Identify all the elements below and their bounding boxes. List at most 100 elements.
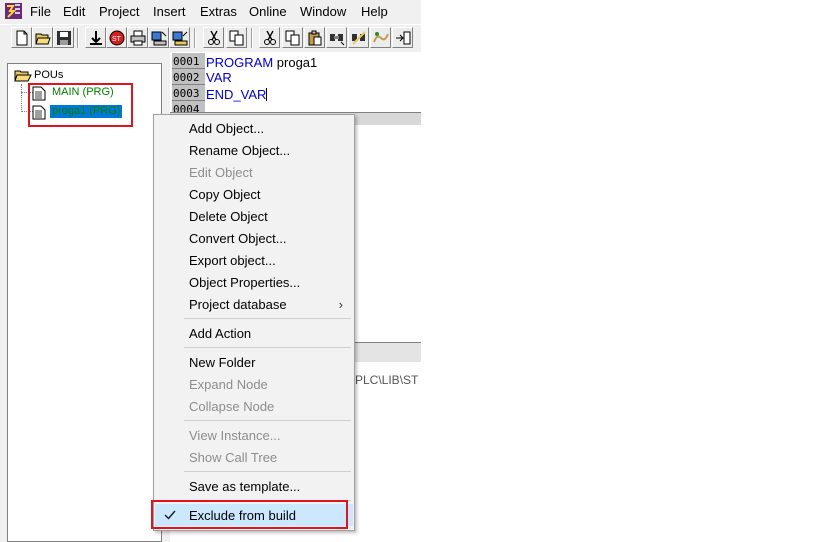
build-icon — [90, 31, 102, 45]
save-button[interactable] — [53, 27, 74, 48]
text-cursor — [266, 88, 268, 101]
new-button[interactable] — [11, 27, 32, 48]
save-icon — [57, 31, 71, 45]
menu-new-folder[interactable]: New Folder — [155, 351, 353, 373]
line-number: 0002 — [172, 70, 205, 85]
menu-item-label: Add Object... — [189, 121, 265, 136]
menu-separator — [184, 471, 351, 472]
menu-window[interactable]: Window — [300, 4, 346, 19]
menu-expand-node[interactable]: Expand Node — [155, 373, 353, 395]
menu-export-object[interactable]: Export object... — [155, 249, 353, 271]
stop-button[interactable]: ST — [106, 27, 127, 48]
app-logo-icon — [5, 3, 22, 19]
menu-file[interactable]: File — [30, 4, 51, 19]
highlight-box-exclude — [151, 500, 348, 529]
menu-item-label: Object Properties... — [189, 275, 301, 290]
menu-collapse-node[interactable]: Collapse Node — [155, 395, 353, 417]
menu-item-label: Delete Object — [189, 209, 268, 224]
code-line[interactable]: VAR — [206, 70, 232, 85]
cut-button[interactable] — [203, 27, 224, 48]
new-icon — [16, 30, 28, 46]
cut-icon — [208, 30, 220, 45]
menu-online[interactable]: Online — [249, 4, 287, 19]
find-icon — [330, 34, 345, 46]
open-button[interactable] — [32, 27, 53, 48]
code-text: proga1 — [273, 55, 318, 70]
print-icon — [130, 30, 146, 46]
menu-save-as-template[interactable]: Save as template... — [155, 475, 353, 497]
menu-add-action[interactable]: Add Action — [155, 322, 353, 344]
menubar: File Edit Project Insert Extras Online W… — [0, 0, 421, 22]
menu-edit[interactable]: Edit — [63, 4, 85, 19]
menu-item-label: Edit Object — [189, 165, 253, 180]
pou-tree-pane[interactable]: POUs MAIN (PRG) proga1 (PRG) — [7, 63, 162, 542]
menu-separator — [184, 318, 351, 319]
copy-2-icon — [285, 30, 300, 46]
menu-object-properties[interactable]: Object Properties... — [155, 271, 353, 293]
menu-insert[interactable]: Insert — [153, 4, 186, 19]
tree-root-label: POUs — [34, 69, 64, 81]
menu-delete-object[interactable]: Delete Object — [155, 205, 353, 227]
menu-item-label: Expand Node — [189, 377, 268, 392]
menu-extras[interactable]: Extras — [200, 4, 237, 19]
menu-item-label: Copy Object — [189, 187, 261, 202]
tree-connector — [21, 84, 22, 112]
toolbar-separator — [77, 28, 79, 48]
menu-project-database[interactable]: Project database › — [155, 293, 353, 315]
menu-view-instance[interactable]: View Instance... — [155, 424, 353, 446]
line-number: 0001 — [172, 54, 205, 69]
menu-item-label: Export object... — [189, 253, 276, 268]
menu-edit-object[interactable]: Edit Object — [155, 161, 353, 183]
menu-convert-object[interactable]: Convert Object... — [155, 227, 353, 249]
find-next-button[interactable] — [348, 27, 369, 48]
logout-icon — [172, 31, 188, 46]
menu-project[interactable]: Project — [99, 4, 139, 19]
menu-help[interactable]: Help — [361, 4, 388, 19]
cut-2-icon — [264, 30, 276, 45]
menu-item-label: Collapse Node — [189, 399, 275, 414]
submenu-arrow-icon: › — [338, 297, 343, 312]
menu-rename-object[interactable]: Rename Object... — [155, 139, 353, 161]
paste-icon — [308, 30, 322, 46]
input-assistant-icon — [396, 31, 411, 45]
menu-item-label: Project database — [189, 297, 287, 312]
code-line[interactable]: END_VAR — [206, 87, 268, 102]
login-button[interactable] — [148, 27, 169, 48]
menu-item-label: View Instance... — [189, 428, 281, 443]
menu-item-label: Show Call Tree — [189, 450, 278, 465]
message-window-text: PLC\LIB\ST — [355, 373, 419, 387]
login-icon — [151, 31, 167, 46]
copy-button-2[interactable] — [282, 27, 303, 48]
menu-item-label: Rename Object... — [189, 143, 291, 158]
folder-open-icon — [14, 70, 32, 82]
menu-show-call-tree[interactable]: Show Call Tree — [155, 446, 353, 468]
menu-item-label: Save as template... — [189, 479, 301, 494]
code-line[interactable]: PROGRAM proga1 — [206, 55, 317, 70]
toolbar: ST — [0, 24, 421, 51]
menu-copy-object[interactable]: Copy Object — [155, 183, 353, 205]
copy-icon — [229, 30, 244, 46]
stop-icon: ST — [109, 30, 125, 46]
menu-item-label: Add Action — [189, 326, 252, 341]
svg-text:ST: ST — [112, 36, 122, 43]
build-button[interactable] — [85, 27, 106, 48]
toolbar-separator — [194, 28, 196, 48]
print-button[interactable] — [127, 27, 148, 48]
open-icon — [35, 33, 51, 45]
highlight-box-tree — [28, 83, 133, 127]
input-assistant-button[interactable] — [392, 27, 413, 48]
replace-button[interactable] — [370, 27, 391, 48]
line-number: 0003 — [172, 86, 205, 101]
cut-button-2[interactable] — [259, 27, 280, 48]
copy-button[interactable] — [226, 27, 247, 48]
code-keyword: END_VAR — [206, 87, 267, 102]
menu-item-label: Convert Object... — [189, 231, 287, 246]
paste-button[interactable] — [304, 27, 325, 48]
toolbar-separator — [251, 28, 253, 48]
menu-separator — [184, 420, 351, 421]
context-menu: Add Object... Rename Object... Edit Obje… — [153, 114, 355, 531]
logout-button[interactable] — [169, 27, 190, 48]
menu-separator — [184, 347, 351, 348]
menu-add-object[interactable]: Add Object... — [155, 117, 353, 139]
find-button[interactable] — [326, 27, 347, 48]
